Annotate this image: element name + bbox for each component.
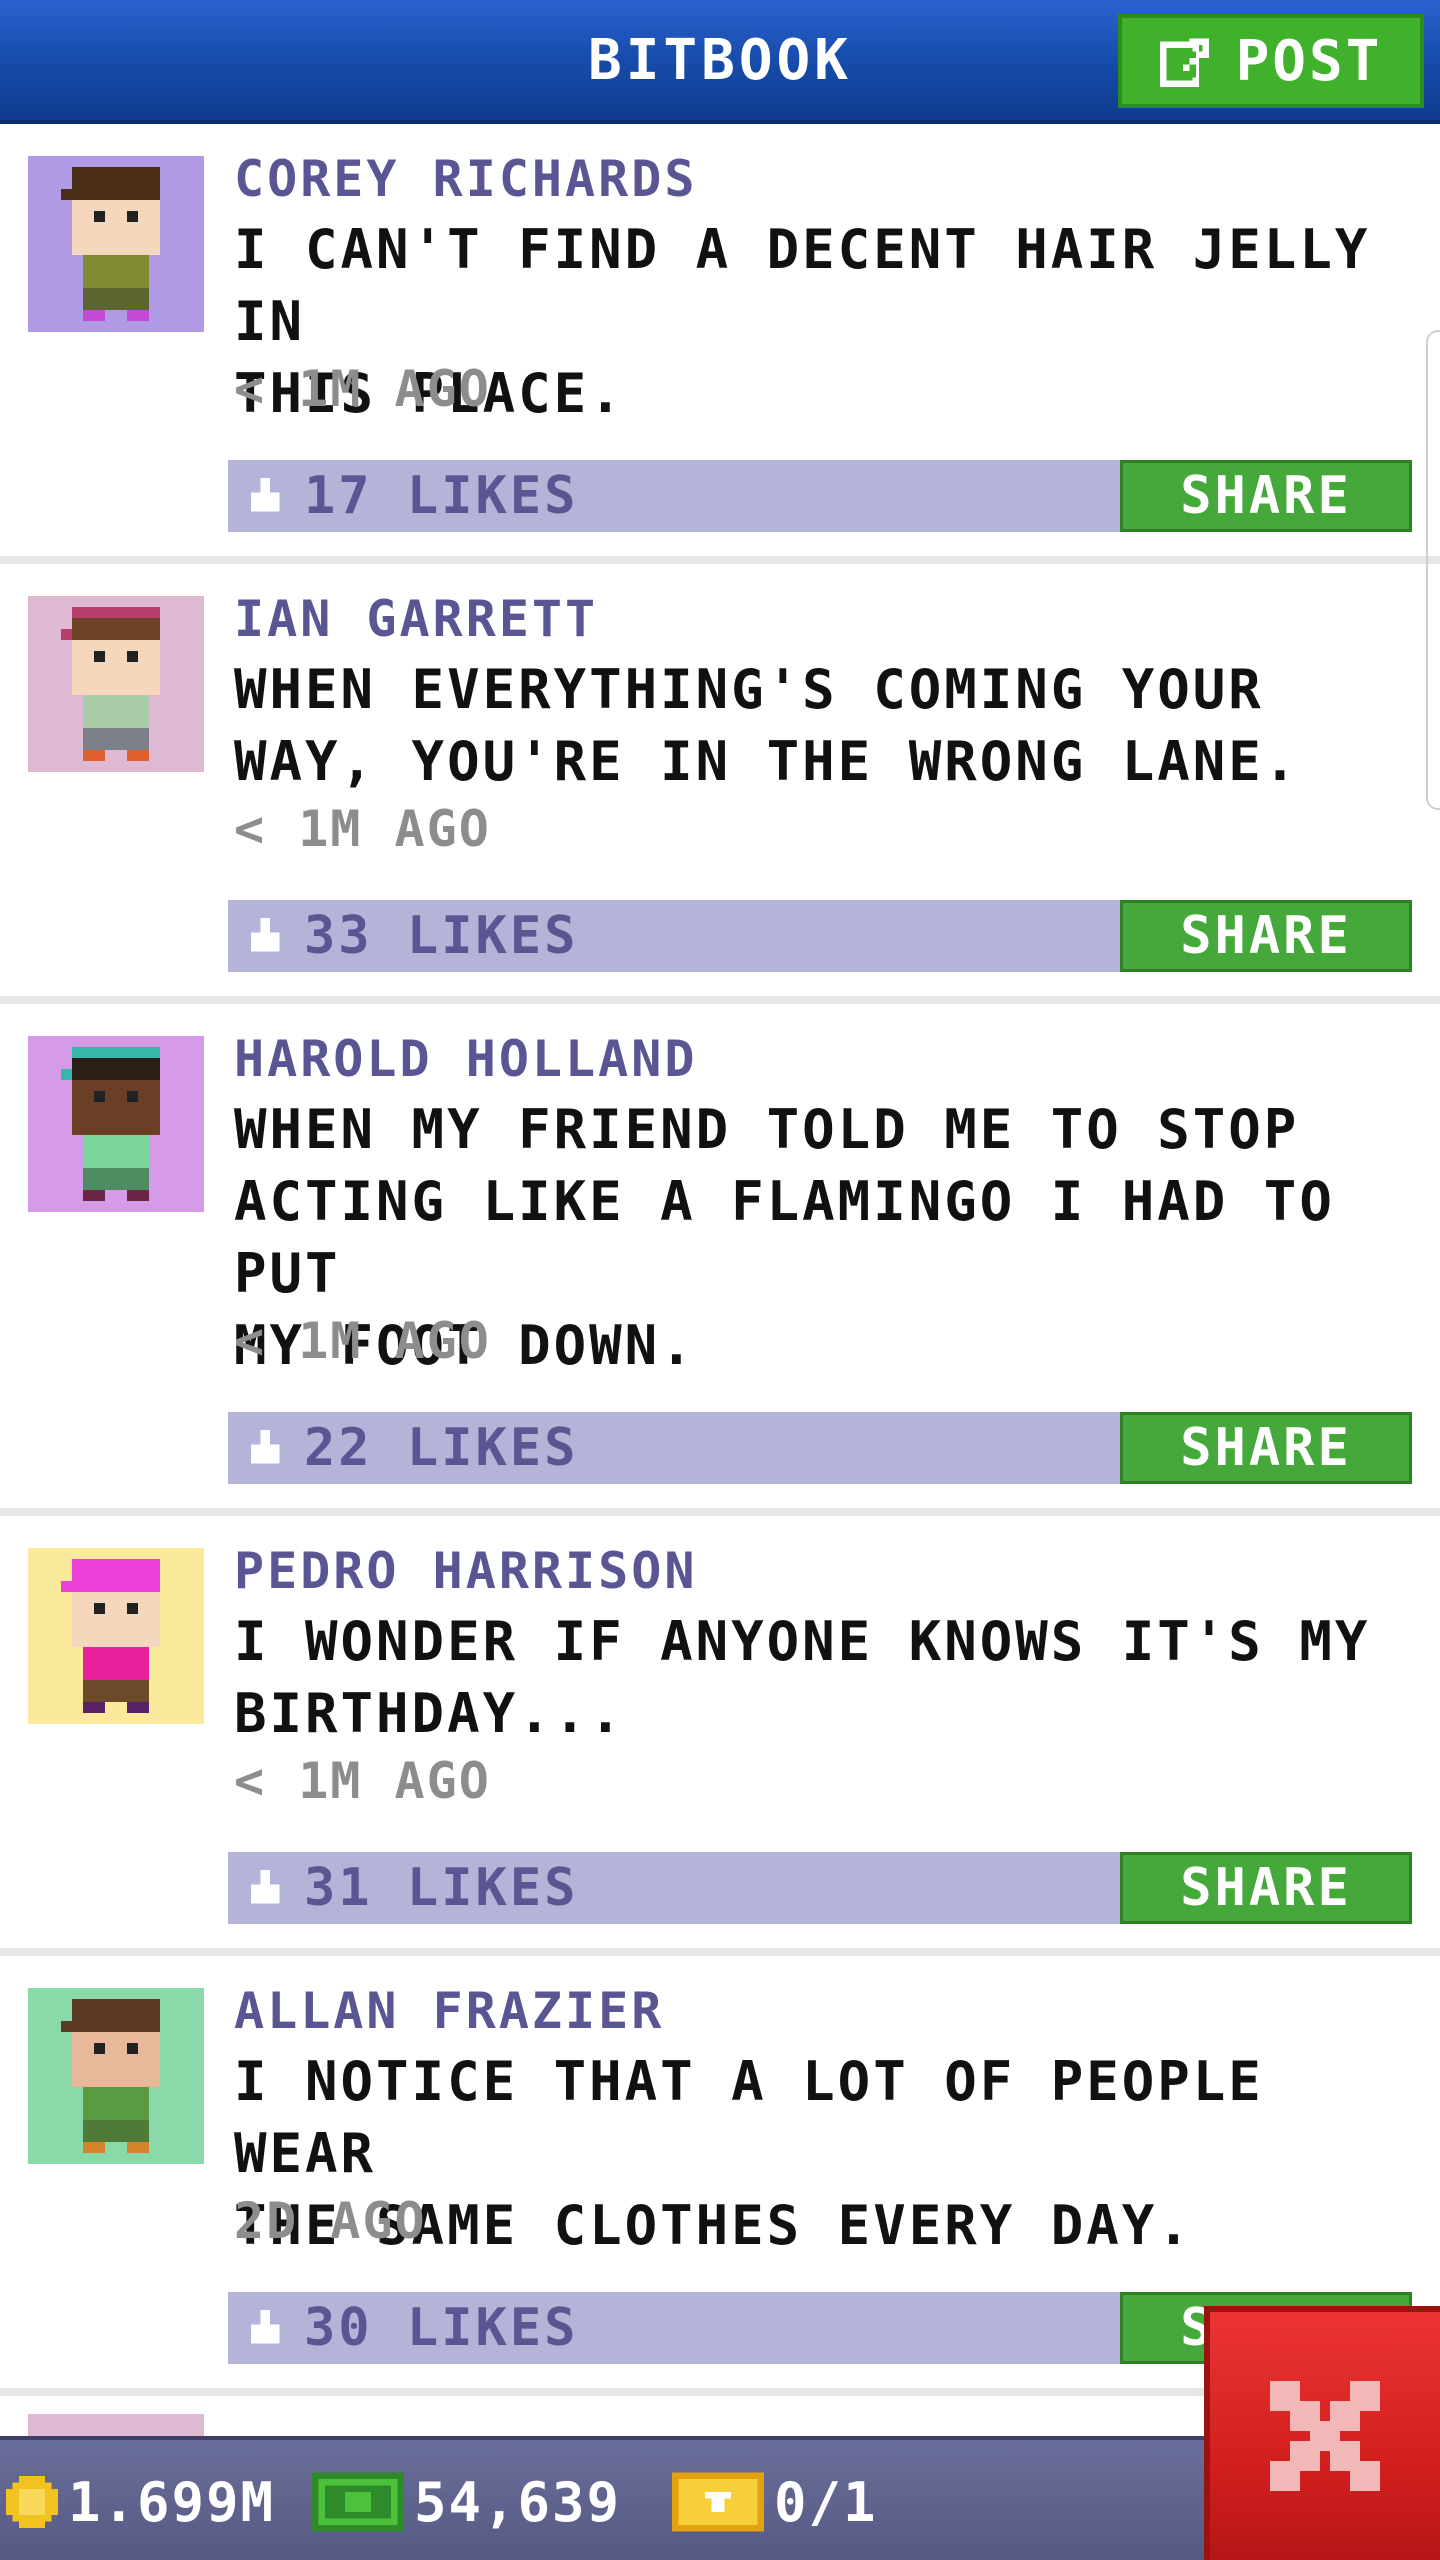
share-button[interactable]: SHARE bbox=[1120, 460, 1412, 532]
post-card: PEDRO HARRISON I WONDER IF ANYONE KNOWS … bbox=[0, 1516, 1440, 1956]
coin-icon bbox=[6, 2476, 58, 2528]
likes-bar[interactable]: 22 LIKES SHARE bbox=[228, 1412, 1412, 1484]
scrollbar[interactable] bbox=[1426, 330, 1440, 810]
share-button[interactable]: SHARE bbox=[1120, 1412, 1412, 1484]
share-button[interactable]: SHARE bbox=[1120, 900, 1412, 972]
likes-count: 33 LIKES bbox=[304, 906, 579, 966]
bux-icon bbox=[312, 2472, 404, 2532]
post-button-label: POST bbox=[1235, 28, 1383, 94]
avatar bbox=[28, 1036, 204, 1212]
app-header: BITBOOK POST bbox=[0, 0, 1440, 124]
likes-bar[interactable]: 31 LIKES SHARE bbox=[228, 1852, 1412, 1924]
post-timestamp: 2D AGO bbox=[234, 2192, 427, 2250]
post-button[interactable]: POST bbox=[1118, 14, 1424, 108]
post-content: WHEN EVERYTHING'S COMING YOUR WAY, YOU'RE… bbox=[234, 658, 1300, 793]
avatar bbox=[28, 596, 204, 772]
close-button[interactable] bbox=[1204, 2306, 1440, 2560]
compose-icon bbox=[1159, 38, 1209, 87]
post-card: IAN GARRETT WHEN EVERYTHING'S COMING YOU… bbox=[0, 564, 1440, 1004]
post-author[interactable]: HAROLD HOLLAND bbox=[234, 1024, 697, 1094]
avatar bbox=[28, 1988, 204, 2164]
post-feed[interactable]: COREY RICHARDS I CAN'T FIND A DECENT HAI… bbox=[0, 124, 1440, 2456]
likes-count: 30 LIKES bbox=[304, 2298, 579, 2358]
tickets-value: 0/1 bbox=[774, 2470, 878, 2534]
likes-bar[interactable]: 33 LIKES SHARE bbox=[228, 900, 1412, 972]
bux-stat[interactable]: 54,639 bbox=[312, 2462, 621, 2542]
thumbs-up-icon bbox=[250, 2310, 280, 2344]
thumbs-up-icon bbox=[250, 478, 280, 512]
post-card: HAROLD HOLLAND WHEN MY FRIEND TOLD ME TO… bbox=[0, 1004, 1440, 1516]
post-author[interactable]: ALLAN FRAZIER bbox=[234, 1976, 664, 2046]
likes-count: 22 LIKES bbox=[304, 1418, 579, 1478]
coins-stat[interactable]: 1.699M bbox=[6, 2462, 275, 2542]
thumbs-up-icon bbox=[250, 1870, 280, 1904]
post-author[interactable]: IAN GARRETT bbox=[234, 584, 598, 654]
close-icon bbox=[1270, 2381, 1380, 2491]
post-author[interactable]: PEDRO HARRISON bbox=[234, 1536, 697, 1606]
avatar bbox=[28, 156, 204, 332]
likes-count: 31 LIKES bbox=[304, 1858, 579, 1918]
post-timestamp: < 1M AGO bbox=[234, 800, 491, 858]
likes-bar[interactable]: 17 LIKES SHARE bbox=[228, 460, 1412, 532]
thumbs-up-icon bbox=[250, 1430, 280, 1464]
avatar bbox=[28, 1548, 204, 1724]
post-author[interactable]: COREY RICHARDS bbox=[234, 144, 697, 214]
app-title: BITBOOK bbox=[587, 28, 852, 93]
post-content: I WONDER IF ANYONE KNOWS IT'S MY BIRTHDAY… bbox=[234, 1610, 1371, 1745]
post-timestamp: < 1M AGO bbox=[234, 1752, 491, 1810]
likes-count: 17 LIKES bbox=[304, 466, 579, 526]
coins-value: 1.699M bbox=[68, 2470, 276, 2534]
post-timestamp: < 1M AGO bbox=[234, 360, 491, 418]
post-card: COREY RICHARDS I CAN'T FIND A DECENT HAI… bbox=[0, 124, 1440, 564]
ticket-icon bbox=[672, 2472, 764, 2532]
share-button[interactable]: SHARE bbox=[1120, 1852, 1412, 1924]
bux-value: 54,639 bbox=[414, 2470, 622, 2534]
post-timestamp: < 1M AGO bbox=[234, 1312, 491, 1370]
tickets-stat[interactable]: 0/1 bbox=[672, 2462, 878, 2542]
thumbs-up-icon bbox=[250, 918, 280, 952]
